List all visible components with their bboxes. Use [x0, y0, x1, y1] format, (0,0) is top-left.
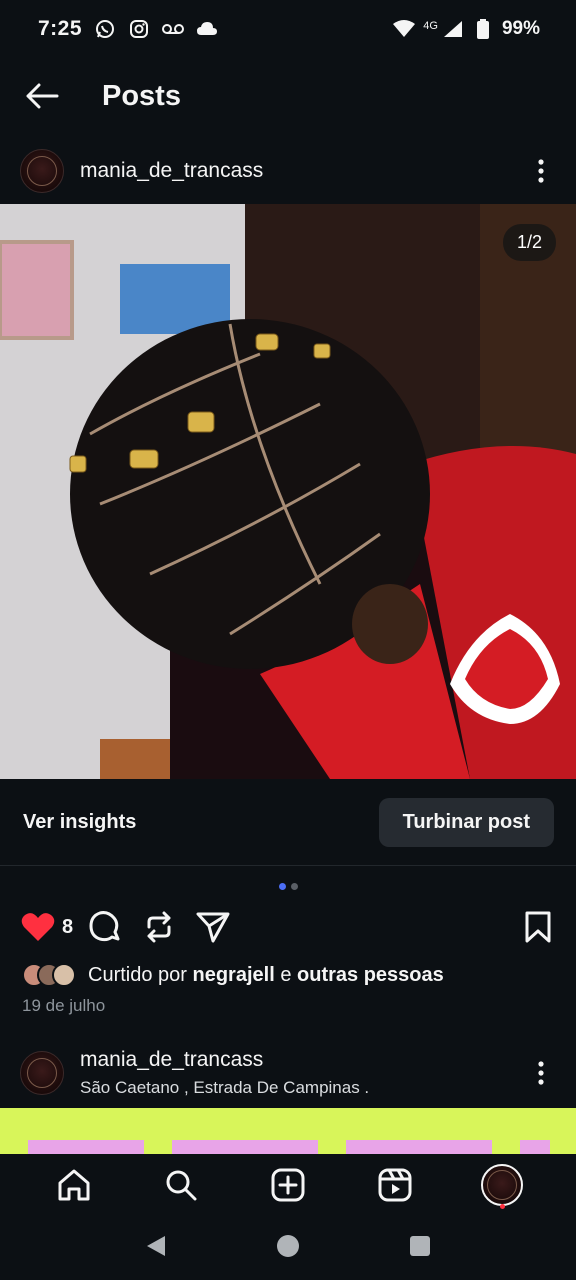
carousel-indicator	[0, 883, 576, 890]
home-icon	[58, 1169, 90, 1201]
preview-shape	[172, 1140, 318, 1154]
status-right: 4G 99%	[393, 18, 540, 40]
save-button[interactable]	[520, 907, 556, 947]
preview-shape	[28, 1140, 144, 1154]
like-button[interactable]	[20, 907, 56, 947]
system-nav	[0, 1216, 576, 1280]
bottom-nav	[0, 1154, 576, 1216]
heart-icon	[21, 913, 55, 941]
nav-profile[interactable]	[474, 1157, 530, 1213]
post-username[interactable]: mania_de_trancass	[80, 159, 526, 183]
post-date: 19 de julho	[22, 996, 106, 1015]
braids-photo-illustration	[0, 204, 576, 779]
network-type: 4G	[423, 20, 438, 32]
battery-percent: 99%	[501, 18, 540, 39]
more-vertical-icon	[538, 159, 544, 183]
send-icon	[196, 912, 230, 943]
nav-create[interactable]	[260, 1157, 316, 1213]
status-bar: 7:25 4G 99%	[0, 0, 576, 58]
avatar-logo	[27, 1058, 57, 1088]
plus-square-icon	[271, 1168, 305, 1202]
next-post-username[interactable]: mania_de_trancass	[80, 1048, 526, 1072]
bookmark-icon	[525, 911, 551, 943]
repost-icon	[147, 911, 171, 943]
nav-home[interactable]	[46, 1157, 102, 1213]
liker-avatar	[52, 963, 76, 987]
carousel-dot-active	[278, 883, 286, 890]
view-insights-link[interactable]: Ver insights	[23, 811, 136, 834]
system-back-button[interactable]	[145, 1234, 167, 1263]
boost-post-button[interactable]: Turbinar post	[378, 798, 554, 847]
nav-search[interactable]	[153, 1157, 209, 1213]
next-post-header: mania_de_trancass São Caetano , Estrada …	[0, 1042, 576, 1104]
more-options-button[interactable]	[526, 1053, 556, 1093]
profile-avatar	[481, 1164, 524, 1206]
liked-by-middle: e	[274, 963, 298, 986]
arrow-left-icon	[26, 83, 59, 109]
liked-by-row[interactable]: Curtido por negrajell e outras pessoas	[0, 958, 576, 992]
signal-icon	[442, 18, 464, 40]
carousel-dot	[290, 883, 298, 890]
avatar[interactable]	[20, 149, 64, 193]
battery-icon	[472, 18, 494, 40]
avatar-logo	[27, 156, 57, 186]
comment-button[interactable]	[87, 907, 123, 947]
share-button[interactable]	[195, 907, 231, 947]
more-options-button[interactable]	[526, 151, 556, 191]
search-icon	[166, 1170, 197, 1201]
liker-avatars	[22, 963, 76, 987]
app-header: Posts	[0, 58, 576, 134]
status-time: 7:25	[38, 17, 83, 40]
liked-by-prefix: Curtido por	[88, 963, 193, 986]
avatar-logo	[487, 1170, 518, 1200]
avatar[interactable]	[20, 1051, 64, 1095]
reels-icon	[378, 1168, 412, 1202]
page-title: Posts	[102, 79, 181, 112]
triangle-back-icon	[146, 1235, 165, 1256]
cloud-icon	[196, 18, 218, 40]
nav-reels[interactable]	[367, 1157, 423, 1213]
next-post-location[interactable]: São Caetano , Estrada De Campinas .	[80, 1078, 526, 1098]
insights-row: Ver insights Turbinar post	[0, 780, 576, 866]
post-header: mania_de_trancass	[0, 140, 576, 202]
notification-dot	[500, 1204, 506, 1209]
status-left: 7:25	[38, 17, 218, 41]
voicemail-icon	[162, 18, 185, 40]
next-post-photo-preview[interactable]	[0, 1108, 576, 1154]
system-recents-button[interactable]	[409, 1235, 431, 1262]
square-recents-icon	[410, 1235, 431, 1256]
repost-button[interactable]	[141, 907, 177, 947]
preview-shape	[346, 1140, 492, 1154]
liked-by-user[interactable]: negrajell	[193, 964, 275, 987]
action-bar: 8	[0, 904, 576, 950]
system-home-button[interactable]	[276, 1234, 300, 1263]
photo-counter: 1/2	[502, 224, 556, 261]
back-button[interactable]	[20, 74, 64, 118]
liked-by-others[interactable]: outras pessoas	[297, 964, 444, 987]
circle-home-icon	[276, 1234, 299, 1257]
next-post-meta: mania_de_trancass São Caetano , Estrada …	[80, 1048, 526, 1098]
instagram-icon	[128, 18, 150, 40]
preview-shape	[520, 1140, 550, 1154]
whatsapp-icon	[94, 18, 116, 40]
post-photo[interactable]: 1/2	[0, 204, 576, 779]
wifi-icon	[393, 18, 416, 40]
comment-icon	[89, 911, 120, 942]
more-vertical-icon	[538, 1061, 544, 1085]
like-count[interactable]: 8	[62, 916, 73, 939]
